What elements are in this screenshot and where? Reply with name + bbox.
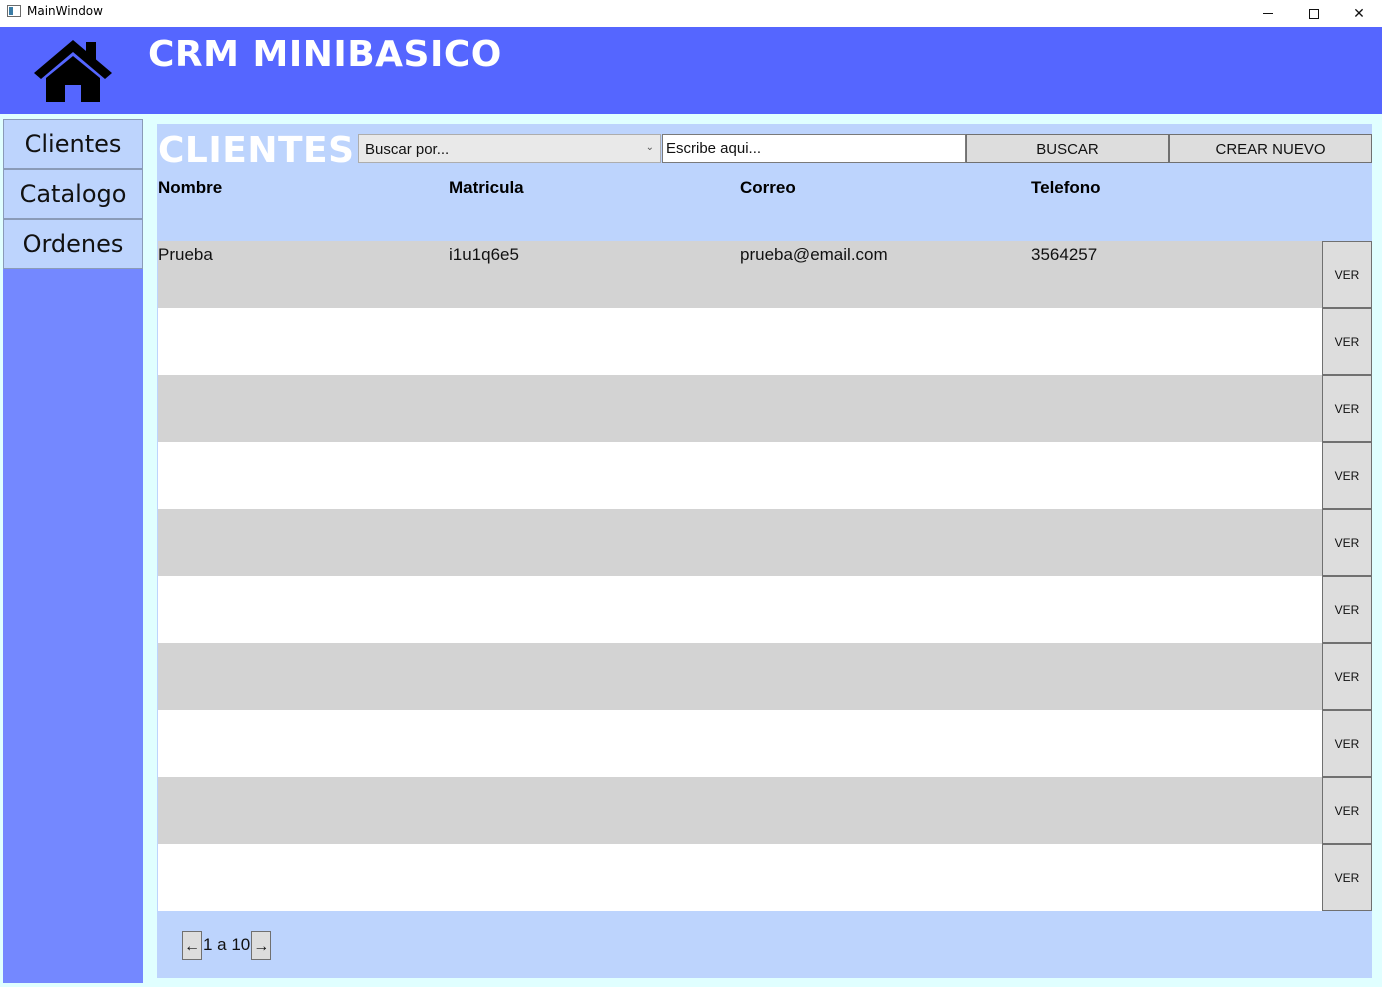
sidebar-item-catalogo[interactable]: Catalogo <box>3 169 143 219</box>
app-brand-title: CRM MINIBASICO <box>148 34 502 75</box>
table-row: VER <box>158 375 1372 442</box>
home-icon[interactable] <box>34 40 112 102</box>
chevron-down-icon: ⌄ <box>645 142 654 153</box>
table-row: VER <box>158 509 1372 576</box>
ver-button[interactable]: VER <box>1322 643 1372 710</box>
cell-telefono: 3564257 <box>1031 245 1098 264</box>
table-row: VER <box>158 442 1372 509</box>
table-row: VER <box>158 576 1372 643</box>
page-range: 1 a 10 <box>203 935 251 954</box>
cell-nombre: Prueba <box>158 245 213 264</box>
next-page-button[interactable]: → <box>251 930 272 960</box>
cell-correo: prueba@email.com <box>740 245 888 264</box>
pagination: ← 1 a 10 → <box>182 930 272 960</box>
sidebar: Clientes Catalogo Ordenes <box>3 119 143 983</box>
ver-button[interactable]: VER <box>1322 710 1372 777</box>
ver-button[interactable]: VER <box>1322 777 1372 844</box>
ver-button[interactable]: VER <box>1322 509 1372 576</box>
ver-button[interactable]: VER <box>1322 442 1372 509</box>
crear-nuevo-button[interactable]: CREAR NUEVO <box>1169 134 1372 163</box>
clientes-panel: CLIENTES Buscar por... ⌄ BUSCAR CREAR NU… <box>157 124 1372 978</box>
minimize-button[interactable] <box>1245 0 1291 27</box>
column-header-telefono: Telefono <box>1031 178 1101 197</box>
column-header-nombre: Nombre <box>158 178 223 197</box>
table-row: VER <box>158 308 1372 375</box>
close-icon: ✕ <box>1353 5 1365 22</box>
buscar-button[interactable]: BUSCAR <box>966 134 1169 163</box>
sidebar-item-ordenes[interactable]: Ordenes <box>3 219 143 269</box>
table-row: Prueba i1u1q6e5 prueba@email.com 3564257… <box>158 241 1372 308</box>
maximize-button[interactable] <box>1291 0 1337 27</box>
clientes-table: Prueba i1u1q6e5 prueba@email.com 3564257… <box>158 241 1372 911</box>
window-titlebar: MainWindow ✕ <box>0 0 1382 27</box>
search-input[interactable] <box>663 135 965 162</box>
window-title: MainWindow <box>27 4 103 18</box>
column-header-correo: Correo <box>740 178 796 197</box>
search-by-selected: Buscar por... <box>365 141 450 158</box>
maximize-icon <box>1309 8 1319 19</box>
ver-button[interactable]: VER <box>1322 375 1372 442</box>
ver-button[interactable]: VER <box>1322 576 1372 643</box>
search-field[interactable] <box>662 134 966 163</box>
app-window-icon <box>7 5 21 17</box>
app-header: CRM MINIBASICO <box>0 27 1382 114</box>
minimize-icon <box>1263 13 1273 14</box>
close-button[interactable]: ✕ <box>1336 0 1382 27</box>
table-row: VER <box>158 777 1372 844</box>
search-by-dropdown[interactable]: Buscar por... ⌄ <box>358 134 661 163</box>
page-title: CLIENTES <box>158 130 355 171</box>
prev-page-button[interactable]: ← <box>182 930 202 960</box>
ver-button[interactable]: VER <box>1322 844 1372 911</box>
table-row: VER <box>158 710 1372 777</box>
ver-button[interactable]: VER <box>1322 241 1372 308</box>
cell-matricula: i1u1q6e5 <box>449 245 519 264</box>
table-row: VER <box>158 844 1372 911</box>
table-row: VER <box>158 643 1372 710</box>
ver-button[interactable]: VER <box>1322 308 1372 375</box>
sidebar-item-clientes[interactable]: Clientes <box>3 119 143 169</box>
column-header-matricula: Matricula <box>449 178 524 197</box>
